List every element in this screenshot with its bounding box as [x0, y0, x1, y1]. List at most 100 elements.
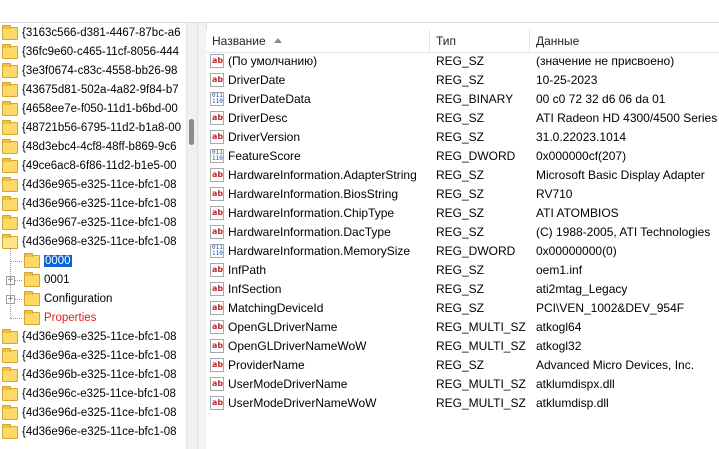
tree-item[interactable]: {49ce6ac8-6f86-11d2-b1e5-00 [2, 157, 177, 175]
table-row[interactable]: FeatureScore REG_DWORD 0x000000cf(207) [206, 147, 719, 166]
value-type: REG_BINARY [436, 92, 514, 106]
tree-item[interactable]: Configuration [24, 290, 112, 308]
tree-item-label: {4d36e966-e325-11ce-bfc1-08 [22, 198, 177, 210]
folder-icon [24, 309, 40, 325]
folder-icon [2, 157, 18, 173]
tree-item[interactable]: {3e3f0674-c83c-4558-bb26-98 [2, 62, 177, 80]
value-type: REG_SZ [436, 73, 485, 87]
value-name: OpenGLDriverNameWoW [228, 339, 367, 353]
value-data: 10-25-2023 [536, 73, 598, 87]
string-value-icon [210, 206, 224, 220]
value-type: REG_SZ [436, 187, 485, 201]
tree-item[interactable]: {4d36e967-e325-11ce-bfc1-08 [2, 214, 177, 232]
column-header-type-label: Тип [436, 34, 457, 48]
tree-item[interactable]: {36fc9e60-c465-11cf-8056-444 [2, 43, 179, 61]
tree-connector [10, 261, 22, 262]
folder-icon [2, 195, 18, 211]
value-type: REG_SZ [436, 263, 485, 277]
tree-item[interactable]: {48721b56-6795-11d2-b1a8-00 [2, 119, 181, 137]
string-value-icon [210, 358, 224, 372]
table-row[interactable]: InfSection REG_SZ ati2mtag_Legacy [206, 280, 719, 299]
column-header-name[interactable]: Название [206, 30, 430, 52]
folder-icon [2, 81, 18, 97]
table-row[interactable]: UserModeDriverName REG_MULTI_SZ atklumdisp… [206, 375, 719, 394]
value-data: (значение не присвоено) [536, 54, 675, 68]
value-type: REG_MULTI_SZ [436, 320, 526, 334]
tree-item-label: {3e3f0674-c83c-4558-bb26-98 [22, 65, 178, 77]
value-data: Microsoft Basic Display Adapter [536, 168, 705, 182]
value-name: UserModeDriverNameWoW [228, 396, 377, 410]
tree-item[interactable]: {4d36e969-e325-11ce-bfc1-08 [2, 328, 177, 346]
tree-scrollbar-thumb[interactable] [189, 119, 194, 145]
value-type: REG_SZ [436, 111, 485, 125]
table-row[interactable]: (По умолчанию) REG_SZ (значение не присвое… [206, 52, 719, 71]
tree-item[interactable]: {4d36e96a-e325-11ce-bfc1-08 [2, 347, 177, 365]
tree-item-label: {36fc9e60-c465-11cf-8056-444 [22, 46, 180, 58]
table-row[interactable]: DriverDesc REG_SZ ATI Radeon HD 4300/4500 … [206, 109, 719, 128]
table-row[interactable]: MatchingDeviceId REG_SZ PCI\VEN_1002&DEV_9… [206, 299, 719, 318]
tree-item[interactable]: {4658ee7e-f050-11d1-b6bd-00 [2, 100, 178, 118]
tree-item[interactable]: {4d36e966-e325-11ce-bfc1-08 [2, 195, 177, 213]
value-name: HardwareInformation.AdapterString [228, 168, 417, 182]
table-row[interactable]: DriverVersion REG_SZ 31.0.22023.1014 [206, 128, 719, 147]
table-row[interactable]: DriverDate REG_SZ 10-25-2023 [206, 71, 719, 90]
tree-item-label: {48721b56-6795-11d2-b1a8-00 [22, 122, 182, 134]
value-name: HardwareInformation.ChipType [228, 206, 395, 220]
tree-item[interactable]: {4d36e96d-e325-11ce-bfc1-08 [2, 404, 177, 422]
registry-key-tree[interactable]: {3163c566-d381-4467-87bc-a6 {36fc9e60-c46… [0, 23, 186, 449]
value-type: REG_SZ [436, 130, 485, 144]
tree-item[interactable]: {4d36e968-e325-11ce-bfc1-08 [2, 233, 177, 251]
tree-item-label: {4d36e96b-e325-11ce-bfc1-08 [22, 369, 177, 381]
folder-icon [24, 271, 40, 287]
table-row[interactable]: DriverDateData REG_BINARY 00 c0 72 32 d6 0… [206, 90, 719, 109]
tree-item[interactable]: 0001 [24, 271, 70, 289]
table-row[interactable]: OpenGLDriverName REG_MULTI_SZ atkogl64 [206, 318, 719, 337]
column-header-type[interactable]: Тип [430, 30, 530, 52]
value-data: PCI\VEN_1002&DEV_954F [536, 301, 685, 315]
tree-item[interactable]: {4d36e96b-e325-11ce-bfc1-08 [2, 366, 177, 384]
tree-scrollbar[interactable] [186, 23, 197, 449]
tree-item-label: {4d36e96e-e325-11ce-bfc1-08 [22, 426, 177, 438]
value-data: (C) 1988-2005, ATI Technologies [536, 225, 711, 239]
column-header-data[interactable]: Данные [530, 30, 719, 52]
tree-item[interactable]: {43675d81-502a-4a82-9f84-b7 [2, 81, 179, 99]
value-data: atkogl64 [536, 320, 582, 334]
tree-item-label: Configuration [44, 293, 113, 305]
folder-icon [2, 366, 18, 382]
value-name: FeatureScore [228, 149, 301, 163]
value-data: ATI ATOMBIOS [536, 206, 619, 220]
table-row[interactable]: HardwareInformation.AdapterString REG_SZ M… [206, 166, 719, 185]
tree-item[interactable]: Properties [24, 309, 96, 327]
binary-value-icon [210, 149, 224, 163]
value-name: InfPath [228, 263, 267, 277]
tree-item[interactable]: {3163c566-d381-4467-87bc-a6 [2, 24, 181, 42]
table-row[interactable]: ProviderName REG_SZ Advanced Micro Devices… [206, 356, 719, 375]
tree-item-label: {43675d81-502a-4a82-9f84-b7 [22, 84, 179, 96]
table-row[interactable]: HardwareInformation.BiosString REG_SZ RV71… [206, 185, 719, 204]
value-name: DriverDateData [228, 92, 311, 106]
value-name: HardwareInformation.MemorySize [228, 244, 411, 258]
value-type: REG_SZ [436, 54, 485, 68]
string-value-icon [210, 301, 224, 315]
table-row[interactable]: HardwareInformation.MemorySize REG_DWORD 0… [206, 242, 719, 261]
value-type: REG_SZ [436, 225, 485, 239]
registry-values-list[interactable]: Название Тип Данные (По умолчанию) REG_SZ… [206, 30, 719, 449]
tree-item[interactable]: {4d36e96c-e325-11ce-bfc1-08 [2, 385, 176, 403]
table-row[interactable]: InfPath REG_SZ oem1.inf [206, 261, 719, 280]
value-name: HardwareInformation.DacType [228, 225, 391, 239]
table-row[interactable]: UserModeDriverNameWoW REG_MULTI_SZ atklumd… [206, 394, 719, 413]
binary-value-icon [210, 92, 224, 106]
table-row[interactable]: HardwareInformation.ChipType REG_SZ ATI AT… [206, 204, 719, 223]
string-value-icon [210, 282, 224, 296]
tree-item[interactable]: 0000 [24, 252, 73, 270]
table-row[interactable]: OpenGLDriverNameWoW REG_MULTI_SZ atkogl32 [206, 337, 719, 356]
folder-icon [24, 252, 40, 268]
tree-item[interactable]: {4d36e965-e325-11ce-bfc1-08 [2, 176, 177, 194]
table-row[interactable]: HardwareInformation.DacType REG_SZ (C) 198… [206, 223, 719, 242]
tree-item-label: 0000 [43, 254, 73, 268]
folder-icon [24, 290, 40, 306]
string-value-icon [210, 187, 224, 201]
tree-item[interactable]: {4d36e96e-e325-11ce-bfc1-08 [2, 423, 177, 441]
tree-item[interactable]: {48d3ebc4-4cf8-48ff-b869-9c6 [2, 138, 177, 156]
tree-item-label: {4d36e965-e325-11ce-bfc1-08 [22, 179, 177, 191]
